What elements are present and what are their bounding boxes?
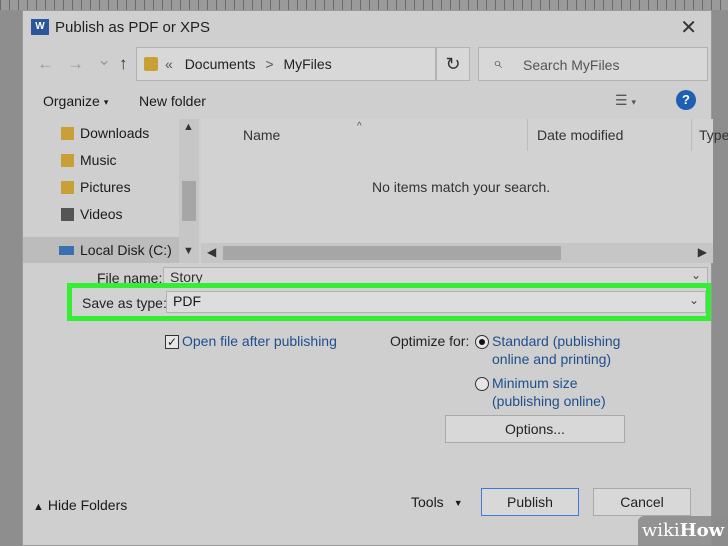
column-header-date[interactable]: Date modified	[537, 127, 623, 143]
sidebar-item-label: Local Disk (C:)	[80, 242, 172, 258]
caret-down-icon: ▼	[453, 498, 463, 509]
search-input[interactable]: ⌕ Search MyFiles	[478, 47, 708, 81]
title-bar: W Publish as PDF or XPS ✕	[23, 11, 711, 43]
sidebar-item-local-disk[interactable]: Local Disk (C:)	[59, 238, 172, 262]
chevron-down-icon[interactable]: ⌄	[691, 268, 701, 282]
navigation-pane: Downloads Music Pictures Videos Local Di…	[23, 119, 199, 263]
sidebar-item-label: Videos	[80, 206, 123, 222]
tools-menu[interactable]: Tools ▼	[411, 494, 463, 510]
scroll-right-icon[interactable]: ▶	[698, 245, 707, 259]
sidebar-item-videos[interactable]: Videos	[61, 202, 123, 226]
background-document-edge	[0, 10, 22, 546]
standard-label-line2[interactable]: online and printing)	[492, 351, 611, 367]
help-icon[interactable]: ?	[676, 90, 696, 110]
sidebar-item-downloads[interactable]: Downloads	[61, 121, 149, 145]
refresh-button[interactable]: ↻	[436, 47, 470, 81]
view-options-icon[interactable]: ☰ ▾	[615, 92, 636, 109]
publish-dialog: W Publish as PDF or XPS ✕ ← → ⌄ ↑ « Docu…	[22, 10, 728, 546]
music-icon	[61, 153, 74, 167]
sidebar-item-label: Music	[80, 152, 117, 168]
word-app-icon: W	[31, 19, 49, 35]
column-header-name[interactable]: Name	[243, 127, 280, 143]
save-as-type-select[interactable]: PDF ⌄	[166, 291, 706, 313]
file-list-pane: ^ Name Date modified Type No items match…	[201, 119, 728, 263]
back-arrow-icon[interactable]: ←	[37, 54, 54, 74]
caret-down-icon: ▾	[103, 96, 109, 107]
column-header-type[interactable]: Type	[699, 127, 728, 143]
organize-menu[interactable]: Organize ▾	[43, 93, 108, 109]
standard-radio[interactable]	[475, 335, 489, 349]
optimize-for-label: Optimize for:	[390, 333, 470, 349]
save-as-type-value: PDF	[173, 293, 201, 309]
up-arrow-icon[interactable]: ↑	[119, 54, 128, 74]
address-row: ← → ⌄ ↑ « Documents > MyFiles ⌄ ↻ ⌕ Sear…	[23, 47, 711, 81]
new-folder-button[interactable]: New folder	[139, 93, 206, 109]
scroll-down-icon[interactable]: ▼	[183, 245, 194, 257]
window-title: Publish as PDF or XPS	[55, 19, 211, 36]
standard-label-line1[interactable]: Standard (publishing	[492, 333, 620, 349]
search-placeholder: Search MyFiles	[523, 57, 620, 73]
column-divider[interactable]	[691, 119, 692, 151]
save-as-type-highlight: Save as type: PDF ⌄	[67, 283, 711, 321]
nav-scrollbar[interactable]: ▲ ▼	[179, 119, 199, 263]
chevron-down-icon[interactable]: ⌄	[689, 293, 699, 307]
empty-message: No items match your search.	[372, 179, 551, 195]
open-after-publishing-label[interactable]: Open file after publishing	[182, 333, 337, 349]
options-button[interactable]: Options...	[445, 415, 625, 443]
wikihow-watermark: wikiHow	[638, 516, 728, 546]
breadcrumb-chevron-icon[interactable]: «	[165, 56, 173, 72]
hide-folders-label: Hide Folders	[47, 497, 128, 513]
drive-icon	[59, 245, 74, 255]
open-after-publishing-checkbox[interactable]: ✓	[165, 335, 179, 349]
address-bar[interactable]: « Documents > MyFiles ⌄	[136, 47, 539, 81]
document-ruler	[0, 0, 728, 10]
scroll-up-icon[interactable]: ▲	[183, 121, 194, 133]
breadcrumb-myfiles[interactable]: MyFiles	[283, 56, 331, 72]
scroll-left-icon[interactable]: ◀	[207, 245, 216, 259]
minimum-label-line2[interactable]: (publishing online)	[492, 393, 606, 409]
sidebar-item-label: Downloads	[80, 125, 150, 141]
downloads-icon	[61, 126, 74, 140]
column-divider[interactable]	[527, 119, 528, 151]
cancel-button[interactable]: Cancel	[593, 488, 691, 516]
minimum-size-radio[interactable]	[475, 377, 489, 391]
forward-arrow-icon[interactable]: →	[67, 54, 84, 74]
pictures-icon	[61, 180, 74, 194]
search-icon: ⌕	[493, 55, 502, 72]
publish-button[interactable]: Publish	[481, 488, 579, 516]
background-document-edge-right	[712, 10, 728, 546]
tools-label: Tools	[411, 494, 444, 510]
sidebar-item-music[interactable]: Music	[61, 148, 117, 172]
hide-folders-button[interactable]: ▲ Hide Folders	[33, 497, 127, 513]
breadcrumb-separator-icon[interactable]: >	[265, 56, 273, 72]
horizontal-scroll-thumb[interactable]	[223, 246, 561, 260]
save-as-type-label: Save as type:	[82, 295, 167, 311]
recent-locations-icon[interactable]: ⌄	[97, 50, 111, 70]
sort-caret-icon: ^	[357, 121, 362, 132]
chevron-up-icon: ▲	[33, 501, 44, 513]
sidebar-item-pictures[interactable]: Pictures	[61, 175, 131, 199]
command-toolbar: Organize ▾ New folder ☰ ▾ ?	[23, 89, 711, 115]
organize-label: Organize	[43, 93, 100, 109]
minimum-label-line1[interactable]: Minimum size	[492, 375, 578, 391]
videos-icon	[61, 207, 74, 221]
sidebar-item-label: Pictures	[80, 179, 131, 195]
breadcrumb-documents[interactable]: Documents	[185, 56, 256, 72]
breadcrumb: « Documents > MyFiles	[165, 56, 332, 72]
folder-icon	[144, 57, 158, 71]
close-button[interactable]: ✕	[680, 15, 697, 40]
horizontal-scrollbar[interactable]: ◀ ▶	[201, 243, 713, 263]
nav-scroll-thumb[interactable]	[182, 181, 196, 221]
